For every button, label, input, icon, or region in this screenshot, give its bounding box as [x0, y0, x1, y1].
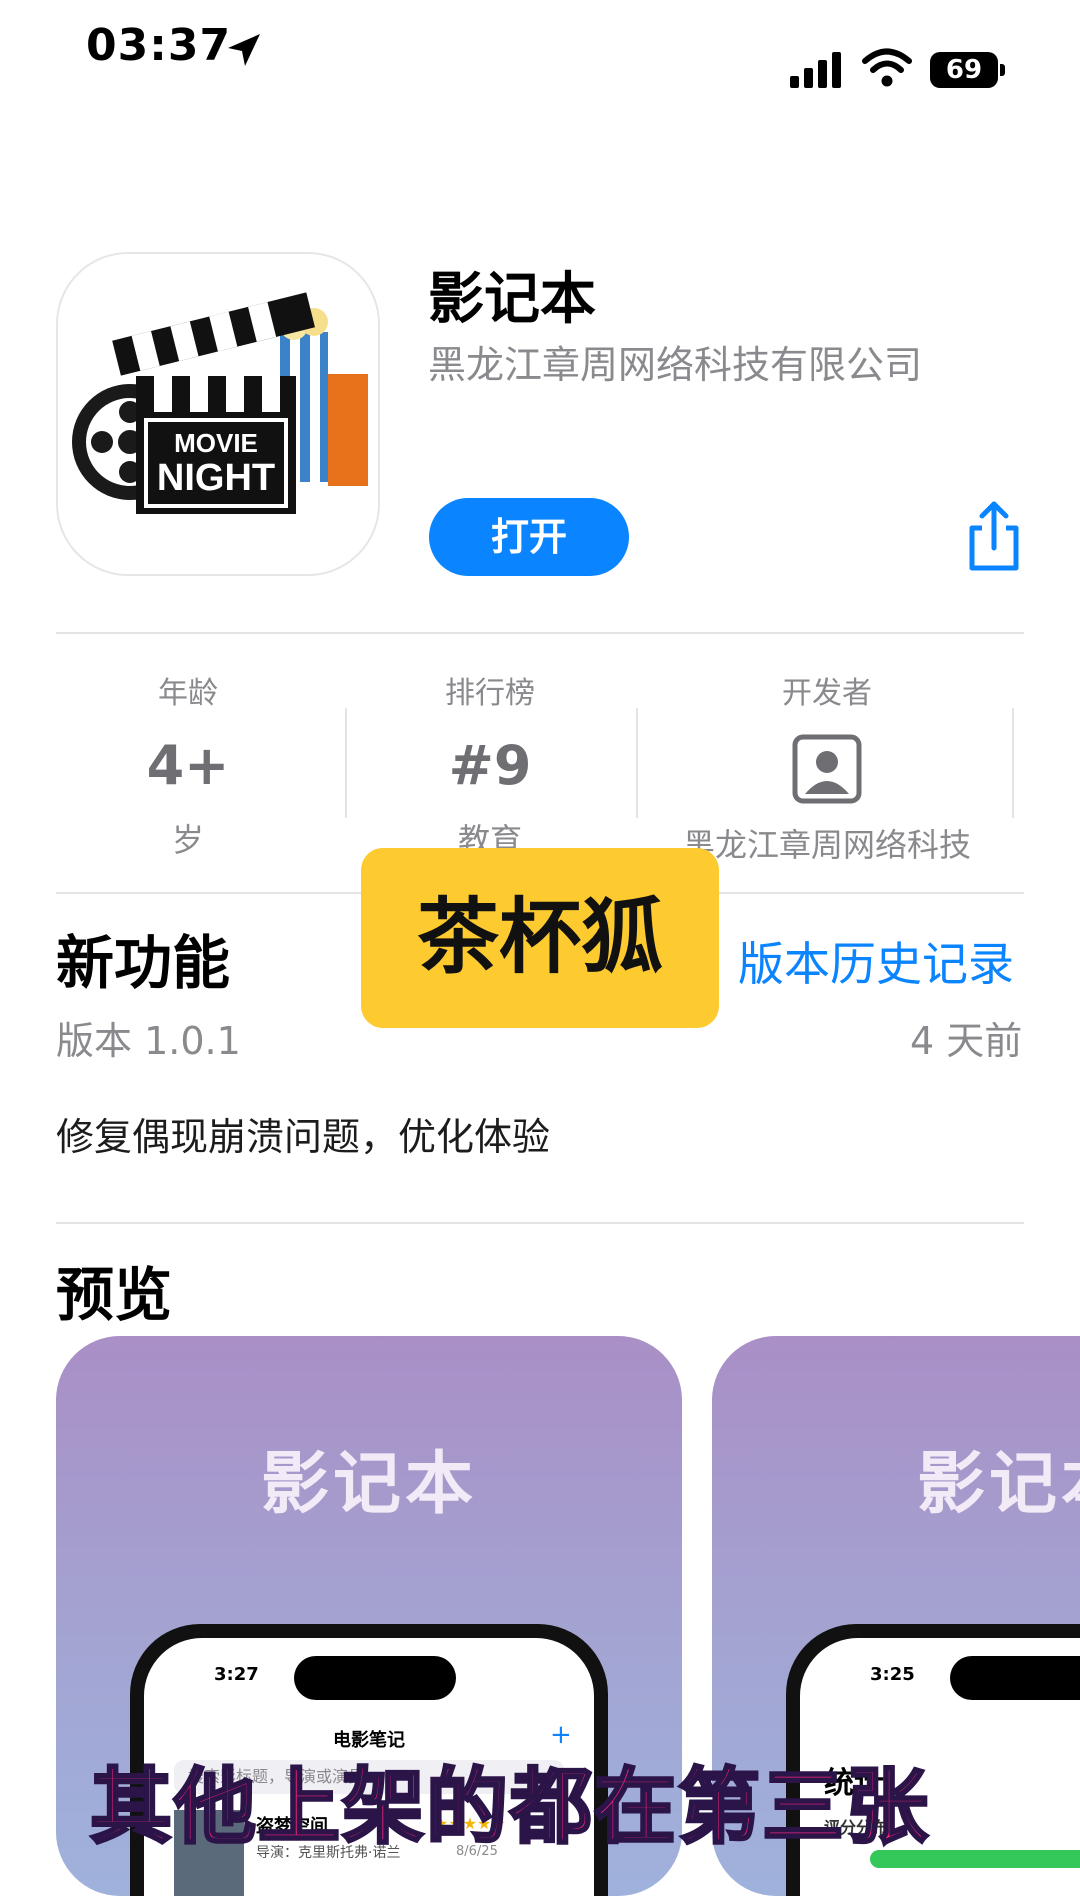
- wifi-icon: [862, 48, 912, 87]
- info-chart-label: 排行榜: [445, 676, 535, 711]
- info-age-label: 年龄: [158, 676, 218, 711]
- info-developer-label: 开发者: [782, 676, 872, 711]
- app-title: 影记本: [428, 267, 596, 332]
- preview-title: 预览: [56, 1261, 173, 1329]
- dynamic-island: [294, 1656, 456, 1700]
- release-notes: 修复偶现崩溃问题，优化体验: [56, 1115, 551, 1159]
- status-time: 03:37: [86, 20, 232, 71]
- info-age-sub: 岁: [171, 821, 204, 859]
- icon-text-night: NIGHT: [157, 457, 275, 499]
- battery-tip: [1000, 64, 1005, 76]
- preview-divider: [56, 1222, 1024, 1224]
- version-history-link[interactable]: 版本历史记录: [738, 928, 1014, 994]
- battery-level: 69: [930, 52, 998, 88]
- open-button[interactable]: 打开: [429, 498, 629, 576]
- info-separator: [636, 708, 638, 818]
- battery-indicator: 69: [930, 52, 1006, 88]
- info-separator: [1012, 708, 1014, 818]
- app-icon: MOVIE NIGHT: [56, 252, 380, 576]
- info-chart[interactable]: 排行榜 #9 教育: [360, 668, 620, 861]
- info-separator: [345, 708, 347, 818]
- whats-new-title: 新功能: [56, 929, 231, 997]
- screenshot-title: 影记本: [260, 1445, 477, 1524]
- version-date: 4 天前: [910, 1019, 1023, 1063]
- info-age[interactable]: 年龄 4+ 岁: [56, 668, 320, 861]
- phone-time: 3:25: [870, 1664, 915, 1685]
- share-icon[interactable]: [966, 500, 1022, 572]
- dynamic-island: [950, 1656, 1080, 1700]
- icon-text-movie: MOVIE: [174, 428, 258, 458]
- screenshot-title: 影记本: [917, 1445, 1080, 1524]
- info-developer[interactable]: 开发者 黑龙江章周网络科技: [652, 668, 1002, 866]
- video-caption: 其他上架的都在第三张: [88, 1759, 931, 1857]
- location-arrow-icon: [228, 34, 260, 66]
- movie-night-icon: MOVIE NIGHT: [72, 292, 368, 514]
- phone-time: 3:27: [214, 1664, 259, 1685]
- version-label: 版本 1.0.1: [56, 1019, 241, 1063]
- info-age-value: 4+: [146, 734, 230, 797]
- cellular-signal-icon: [790, 52, 841, 88]
- app-developer[interactable]: 黑龙江章周网络科技有限公司: [428, 334, 922, 389]
- developer-person-icon: [792, 734, 862, 804]
- info-chart-value: #9: [448, 734, 532, 797]
- watermark-sticker: 茶杯狐: [361, 848, 719, 1028]
- header-divider: [56, 632, 1024, 634]
